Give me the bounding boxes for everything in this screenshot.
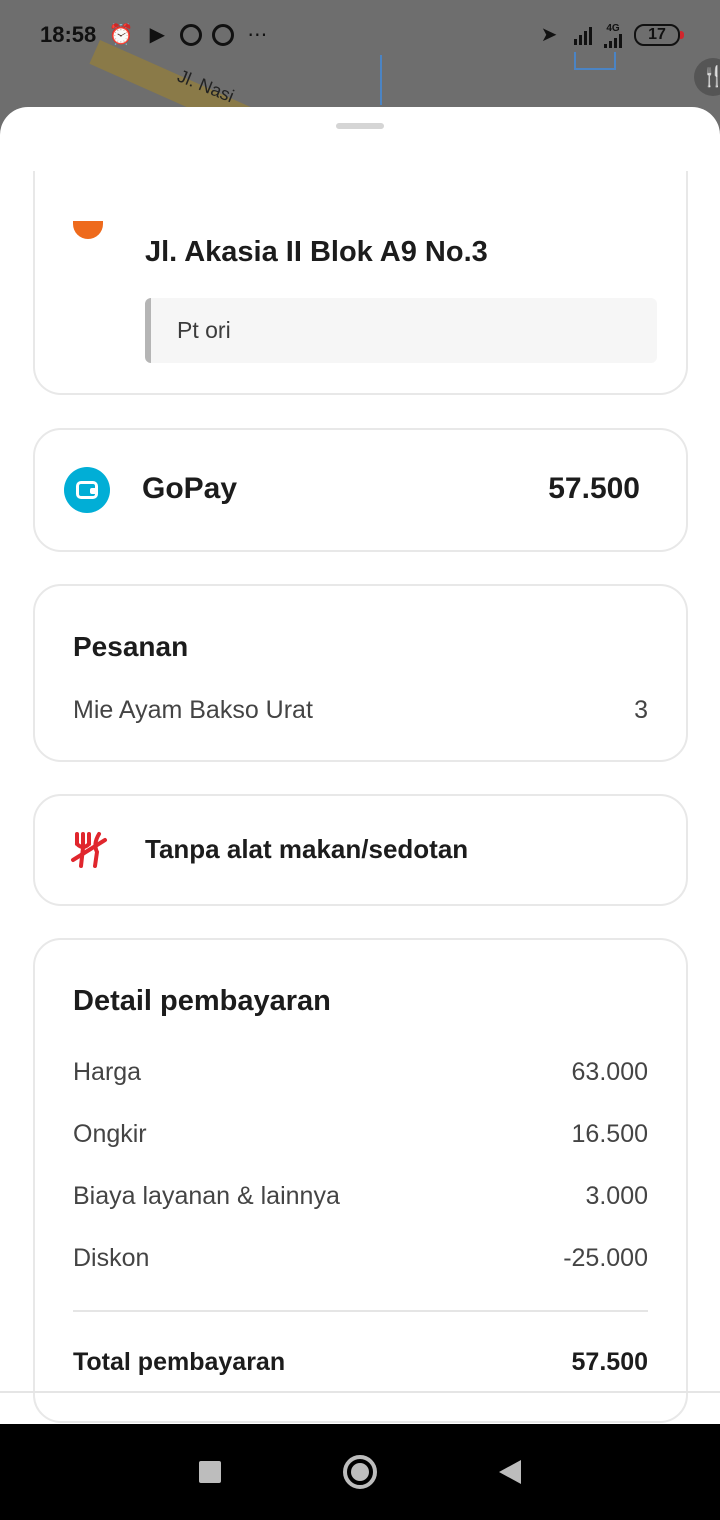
payment-total-label: Total pembayaran xyxy=(73,1348,286,1376)
no-cutlery-option[interactable]: Tanpa alat makan/sedotan xyxy=(33,794,688,906)
payment-divider xyxy=(73,1310,648,1312)
payment-row-label: Ongkir xyxy=(73,1120,147,1148)
payment-method-label: GoPay xyxy=(142,472,238,505)
address-marker-icon xyxy=(73,221,103,239)
location-icon: ➤ xyxy=(540,24,558,46)
address-title: Jl. Akasia II Blok A9 No.3 xyxy=(145,236,488,268)
home-button[interactable] xyxy=(336,1424,384,1520)
order-title: Pesanan xyxy=(73,631,189,662)
payment-total-row: Total pembayaran 57.500 xyxy=(73,1348,648,1377)
back-icon xyxy=(499,1460,521,1484)
sheet-drag-handle[interactable] xyxy=(336,123,384,129)
payment-row-value: 3.000 xyxy=(585,1182,648,1210)
no-cutlery-label: Tanpa alat makan/sedotan xyxy=(145,834,469,864)
play-store-icon: ▶ xyxy=(149,24,165,46)
system-nav-bar xyxy=(0,1424,720,1520)
alarm-icon: ⏰ xyxy=(108,24,134,46)
status-time: 18:58 xyxy=(40,22,97,47)
recent-apps-icon xyxy=(199,1461,221,1483)
payment-detail-card: Detail pembayaran Harga 63.000 Ongkir 16… xyxy=(33,938,688,1423)
delivery-address-card[interactable]: Jl. Akasia II Blok A9 No.3 Pt ori xyxy=(33,171,688,395)
app-icon xyxy=(180,24,203,46)
payment-detail-title: Detail pembayaran xyxy=(73,985,331,1017)
payment-row-value: 63.000 xyxy=(571,1058,648,1086)
sheet-footer-divider xyxy=(0,1391,720,1393)
payment-row-discount: Diskon -25.000 xyxy=(73,1244,648,1276)
gopay-wallet-icon xyxy=(64,467,110,513)
payment-row-price: Harga 63.000 xyxy=(73,1058,648,1090)
payment-row-label: Biaya layanan & lainnya xyxy=(73,1182,340,1210)
payment-method-card[interactable]: GoPay 57.500 xyxy=(33,428,688,552)
more-notifications-icon: ⋯ xyxy=(247,24,268,46)
screen: Jl. Nasi 🍴 18:58 ⏰ ▶ ⋯ ➤ 4G 17 Jl. Akasi… xyxy=(0,0,720,1520)
order-item-name: Mie Ayam Bakso Urat xyxy=(73,696,313,724)
order-item-qty: 3 xyxy=(634,696,648,724)
order-card: Pesanan Mie Ayam Bakso Urat 3 xyxy=(33,584,688,762)
status-notification-icons: ⏰ ▶ ⋯ xyxy=(108,22,270,48)
payment-row-label: Diskon xyxy=(73,1244,150,1272)
battery-icon: 17 xyxy=(634,24,684,46)
address-note[interactable]: Pt ori xyxy=(145,298,657,363)
no-cutlery-icon xyxy=(71,832,107,868)
payment-row-value: 16.500 xyxy=(571,1120,648,1148)
recent-apps-button[interactable] xyxy=(190,1424,230,1520)
status-system-icons: ➤ 4G 17 xyxy=(536,22,684,48)
back-button[interactable] xyxy=(490,1424,530,1520)
payment-row-value: -25.000 xyxy=(563,1244,648,1272)
app-icon xyxy=(212,24,235,46)
network-type-label: 4G xyxy=(606,22,620,34)
sheet-scroll-content[interactable]: Jl. Akasia II Blok A9 No.3 Pt ori GoPay … xyxy=(0,171,720,1424)
payment-row-service-fee: Biaya layanan & lainnya 3.000 xyxy=(73,1182,648,1214)
payment-method-amount: 57.500 xyxy=(548,472,640,505)
order-summary-sheet[interactable]: Jl. Akasia II Blok A9 No.3 Pt ori GoPay … xyxy=(0,107,720,1424)
home-icon xyxy=(343,1455,377,1489)
payment-row-label: Harga xyxy=(73,1058,142,1086)
payment-row-delivery: Ongkir 16.500 xyxy=(73,1120,648,1152)
signal-4g-icon: 4G xyxy=(604,23,622,48)
status-bar: 18:58 ⏰ ▶ ⋯ ➤ 4G 17 xyxy=(0,0,720,70)
battery-level: 17 xyxy=(648,26,666,43)
payment-total-value: 57.500 xyxy=(571,1348,648,1376)
signal-icon xyxy=(574,25,592,45)
